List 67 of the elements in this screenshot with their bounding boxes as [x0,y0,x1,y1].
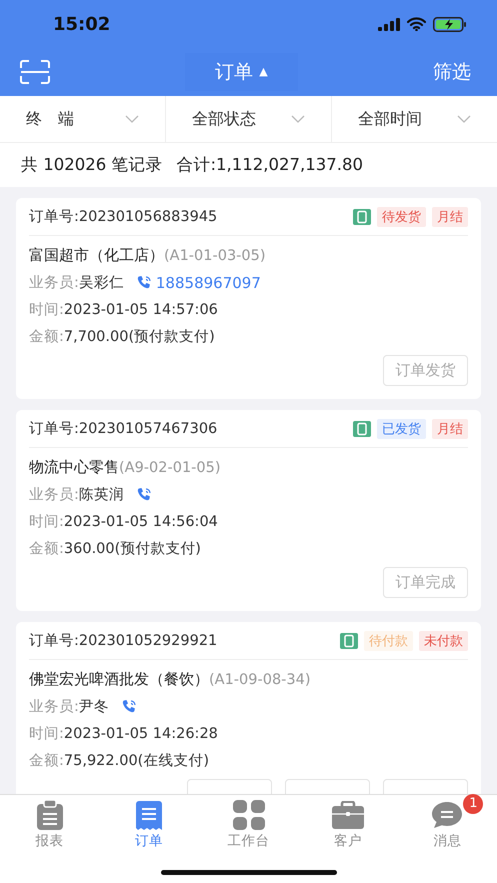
field-label: 金额: [29,328,64,346]
scan-icon[interactable] [20,60,50,84]
customer-name: 物流中心零售 [29,458,119,477]
status-tag: 月结 [432,206,468,226]
order-time: 2023-01-05 14:26:28 [64,726,218,742]
chevron-down-icon [291,115,305,123]
tab-item[interactable]: 工作台 [198,795,298,851]
customer-code: (A9-02-01-05) [119,460,221,476]
tab-item[interactable]: 客户 [298,795,398,851]
order-card[interactable]: 订单号:202301052929921 待付款 未付款 佛堂宏光啤酒批发（餐饮）(A1-09-08-34) 业务员:尹冬 时间:2023-01-05 14:26:28 金额:75,922.00(在线支付) [16,622,481,794]
action-button[interactable]: 订单发货 [383,355,468,386]
phone-device-icon [340,632,358,648]
status-tag: 待发货 [377,206,426,226]
order-amount: 360.00(预付款支付) [64,540,201,558]
wifi-icon [407,17,426,31]
chat-icon [431,801,464,829]
field-label: 业务员: [29,274,79,292]
unread-badge: 1 [463,794,484,814]
status-tag: 未付款 [419,630,468,650]
order-card[interactable]: 订单号:202301057467306 已发货 月结 物流中心零售(A9-02-01-05) 业务员:陈英润 时间:2023-01-05 14:56:04 金额:360.00(预付款支付) 订单完成 [16,410,481,611]
action-button[interactable]: 订单完成 [383,567,468,598]
field-label: 时间: [29,301,64,319]
chevron-down-icon [125,115,139,123]
signal-icon [378,18,400,30]
record-count: 共 102026 笔记录 [21,154,162,176]
customer-name: 富国超市（化工店） [29,246,164,265]
order-amount: 75,922.00(在线支付) [64,752,210,770]
field-label: 业务员: [29,486,79,504]
field-label: 业务员: [29,698,79,716]
total-amount: 合计:1,112,027,137.80 [176,154,363,176]
customer-code: (A1-09-08-34) [209,672,311,688]
field-label: 金额: [29,540,64,558]
order-card[interactable]: 订单号:202301056883945 待发货 月结 富国超市（化工店）(A1-01-03-05) 业务员:吴彩仁 18858967097 时间:2023-01-05 14:57:06 金额:7,700.00(预付款支付) 订单发货 [16,198,481,399]
receipt-icon [135,800,164,830]
status-tag: 已发货 [377,418,426,438]
battery-icon [433,16,467,32]
status-tag: 待付款 [364,630,413,650]
order-number: 订单号:202301056883945 [29,208,218,226]
phone-icon[interactable] [136,486,152,502]
customer-code: (A1-01-03-05) [164,248,266,264]
salesperson-name: 陈英润 [78,486,124,504]
order-number: 订单号:202301052929921 [29,632,218,650]
grid-icon [232,800,265,830]
customer-name: 佛堂宏光啤酒批发（餐饮） [29,670,209,689]
salesperson-name: 吴彩仁 [78,274,124,292]
status-time: 15:02 [53,14,110,34]
phone-link[interactable]: 18858967097 [156,274,261,292]
phone-device-icon [353,208,371,224]
field-label: 时间: [29,513,64,531]
tab-item[interactable]: 1 消息 [398,795,497,851]
order-amount: 7,700.00(预付款支付) [64,328,215,346]
status-tag: 月结 [432,418,468,438]
phone-icon[interactable] [120,698,137,714]
salesperson-name: 尹冬 [78,698,109,716]
order-number: 订单号:202301057467306 [29,420,218,438]
tab-item[interactable]: 订单 [99,795,199,851]
briefcase-icon [332,801,364,829]
phone-device-icon [353,420,371,436]
chevron-down-icon [457,115,471,123]
field-label: 时间: [29,725,64,743]
phone-icon[interactable] [136,274,152,290]
order-time: 2023-01-05 14:56:04 [64,514,218,530]
filter-button[interactable]: 筛选 [432,59,471,85]
tab-item[interactable]: 报表 [0,795,100,851]
clipboard-icon [36,800,64,830]
order-time: 2023-01-05 14:57:06 [64,302,218,318]
field-label: 金额: [29,752,64,770]
